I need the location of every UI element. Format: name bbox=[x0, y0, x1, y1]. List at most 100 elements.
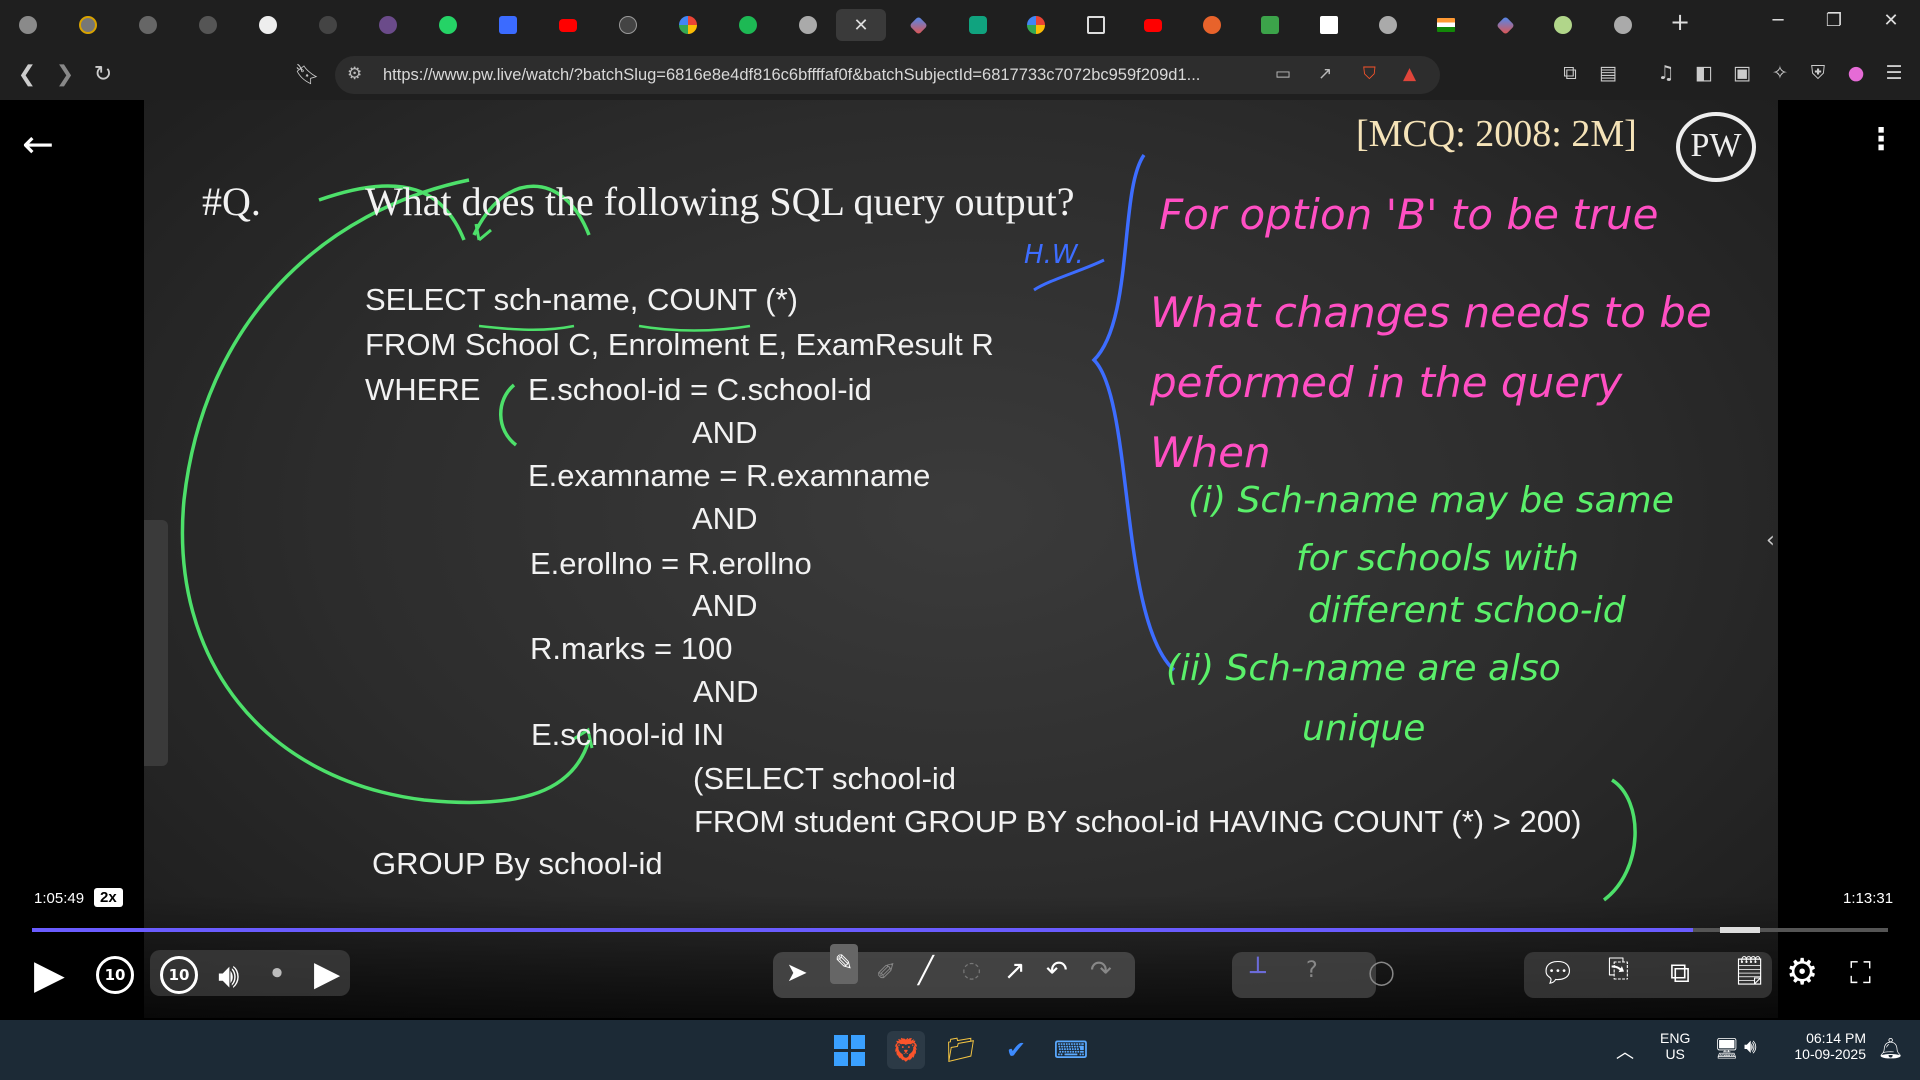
fullscreen-icon[interactable]: ⛶ bbox=[1850, 956, 1871, 991]
bookmark-icon[interactable]: 🔖︎ bbox=[292, 62, 322, 86]
tab-5[interactable] bbox=[251, 9, 285, 41]
comments-icon[interactable]: 💬︎ bbox=[1540, 956, 1576, 989]
close-tab-icon[interactable]: ✕ bbox=[853, 15, 868, 36]
todo-icon[interactable]: ✔ bbox=[997, 1031, 1035, 1069]
undo-icon[interactable]: ↶ bbox=[1046, 956, 1068, 986]
tab-google-1[interactable] bbox=[671, 9, 705, 41]
tab-28[interactable] bbox=[1606, 9, 1640, 41]
tab-india[interactable] bbox=[1429, 9, 1463, 41]
pointer-tool-icon[interactable]: ➤ bbox=[786, 958, 808, 988]
tab-youtube-1[interactable] bbox=[551, 9, 585, 41]
new-tab-button[interactable]: + bbox=[1665, 8, 1695, 36]
bookmark-lecture-icon[interactable]: ┴ bbox=[1250, 958, 1266, 988]
tab-22[interactable] bbox=[1253, 9, 1287, 41]
tab-2[interactable] bbox=[71, 9, 105, 41]
tab-14[interactable] bbox=[791, 9, 825, 41]
media-icon[interactable]: ♫ bbox=[1652, 62, 1680, 84]
tab-1[interactable] bbox=[11, 9, 45, 41]
video-frame[interactable]: [MCQ: 2008: 2M] PW #Q. What does the fol… bbox=[144, 100, 1778, 1018]
right-side-panel-icon[interactable]: ‹ bbox=[1766, 528, 1775, 553]
start-icon[interactable] bbox=[830, 1031, 868, 1069]
line-tool-icon[interactable]: ╱ bbox=[918, 956, 934, 986]
vpn-icon[interactable]: ⛨ bbox=[1804, 62, 1832, 84]
tab-youtube-2[interactable] bbox=[1136, 9, 1170, 41]
extensions-icon[interactable]: ⧉ bbox=[1556, 62, 1584, 84]
tab-9[interactable] bbox=[491, 9, 525, 41]
network-icon[interactable]: 🖥︎ bbox=[1714, 1036, 1739, 1061]
tab-gemini-2[interactable] bbox=[1488, 9, 1522, 41]
notes-icon[interactable]: 🗒︎ bbox=[1732, 954, 1768, 987]
progress-bar[interactable] bbox=[32, 927, 1888, 933]
tab-24[interactable] bbox=[1371, 9, 1405, 41]
tab-21[interactable] bbox=[1195, 9, 1229, 41]
highlighter-tool-icon[interactable]: ✎ bbox=[830, 944, 858, 984]
pip-icon[interactable]: ⧉ bbox=[1670, 956, 1690, 990]
next-icon[interactable]: ▶ bbox=[314, 954, 340, 994]
play-icon[interactable]: ▶ bbox=[34, 955, 65, 995]
forward-10-icon[interactable]: 10 bbox=[160, 956, 198, 994]
forward-icon[interactable]: ❯ bbox=[50, 62, 80, 87]
share-icon[interactable]: ↗ bbox=[1318, 64, 1332, 84]
menu-icon[interactable]: ☰ bbox=[1880, 62, 1908, 84]
tab-google-2[interactable] bbox=[1019, 9, 1053, 41]
chat-icon[interactable]: ◯ bbox=[1368, 958, 1395, 986]
left-side-panel-handle[interactable] bbox=[144, 520, 168, 766]
clock[interactable]: 06:14 PM 10-09-2025 bbox=[1782, 1030, 1866, 1062]
tab-favicon-icon bbox=[799, 16, 817, 34]
leo-ai-icon[interactable]: ✧ bbox=[1766, 62, 1794, 84]
arrow-tool-icon[interactable]: ↗ bbox=[1004, 956, 1026, 986]
reader-icon[interactable]: ▤ bbox=[1594, 62, 1622, 84]
tab-4[interactable] bbox=[191, 9, 225, 41]
brave-taskbar-icon[interactable]: 🦁︎ bbox=[887, 1031, 925, 1069]
question-label: #Q. bbox=[202, 179, 261, 224]
wallet-icon[interactable]: ▣ bbox=[1728, 62, 1756, 84]
settings-icon[interactable]: ⚙︎ bbox=[1786, 952, 1818, 993]
tab-wikipedia[interactable] bbox=[1312, 9, 1346, 41]
video-player[interactable]: [MCQ: 2008: 2M] PW #Q. What does the fol… bbox=[0, 100, 1920, 1020]
back-icon[interactable]: ❮ bbox=[12, 62, 42, 87]
restore-icon[interactable]: ❐ bbox=[1819, 10, 1849, 31]
tab-favicon-icon bbox=[969, 16, 987, 34]
clock-time: 06:14 PM bbox=[1806, 1030, 1866, 1046]
url-bar[interactable]: ⚙︎ https://www.pw.live/watch/?batchSlug=… bbox=[335, 56, 1440, 94]
url-text[interactable]: https://www.pw.live/watch/?batchSlug=681… bbox=[383, 66, 1200, 85]
tab-11[interactable] bbox=[611, 9, 645, 41]
volume-tray-icon[interactable]: 🔊︎ bbox=[1744, 1036, 1757, 1059]
tab-7[interactable] bbox=[371, 9, 405, 41]
tab-6[interactable] bbox=[311, 9, 345, 41]
more-options-icon[interactable]: ⋮ bbox=[1866, 122, 1896, 157]
sidebar-icon[interactable]: ◧ bbox=[1690, 62, 1718, 84]
tray-overflow-icon[interactable]: ︿ bbox=[1616, 1038, 1634, 1064]
marker-tool-icon[interactable]: ✐ bbox=[876, 958, 896, 986]
tab-whatsapp[interactable] bbox=[431, 9, 465, 41]
tab-17[interactable] bbox=[961, 9, 995, 41]
cast-icon[interactable]: ▭ bbox=[1275, 64, 1291, 84]
file-explorer-icon[interactable]: 📁︎ bbox=[942, 1031, 980, 1069]
redo-icon[interactable]: ↷ bbox=[1090, 956, 1112, 986]
reload-icon[interactable]: ↻ bbox=[88, 62, 118, 87]
speed-badge[interactable]: 2x bbox=[94, 888, 123, 907]
tab-spotify[interactable] bbox=[731, 9, 765, 41]
back-arrow-icon[interactable]: ← bbox=[22, 122, 54, 166]
notification-bell-icon[interactable]: 🔔︎ bbox=[1878, 1036, 1903, 1061]
tab-active[interactable]: ✕ bbox=[836, 9, 886, 41]
minimize-icon[interactable]: ─ bbox=[1763, 10, 1793, 31]
language-indicator[interactable]: ENG US bbox=[1660, 1030, 1690, 1062]
record-icon[interactable]: ⏺︎ bbox=[272, 960, 282, 984]
sql-line: E.erollno = R.erollno bbox=[530, 546, 812, 581]
eraser-tool-icon[interactable]: ◌ bbox=[962, 958, 981, 983]
tab-3[interactable] bbox=[131, 9, 165, 41]
profile-icon[interactable]: ● bbox=[1842, 62, 1870, 84]
site-settings-icon[interactable]: ⚙︎ bbox=[347, 64, 362, 84]
brave-shields-icon[interactable]: ⛉ bbox=[1363, 64, 1376, 84]
brave-rewards-icon[interactable]: ▲ bbox=[1403, 64, 1416, 84]
keyboard-app-icon[interactable]: ⌨ bbox=[1052, 1031, 1090, 1069]
tab-27[interactable] bbox=[1546, 9, 1580, 41]
translate-icon[interactable]: ⎘ bbox=[1608, 954, 1629, 985]
help-icon[interactable]: ? bbox=[1306, 958, 1318, 983]
tab-gemini-1[interactable] bbox=[901, 9, 935, 41]
close-window-icon[interactable]: ✕ bbox=[1876, 10, 1906, 31]
tab-19[interactable] bbox=[1079, 9, 1113, 41]
volume-icon[interactable]: 🔊︎ bbox=[218, 956, 239, 996]
rewind-10-icon[interactable]: 10 bbox=[96, 956, 134, 994]
